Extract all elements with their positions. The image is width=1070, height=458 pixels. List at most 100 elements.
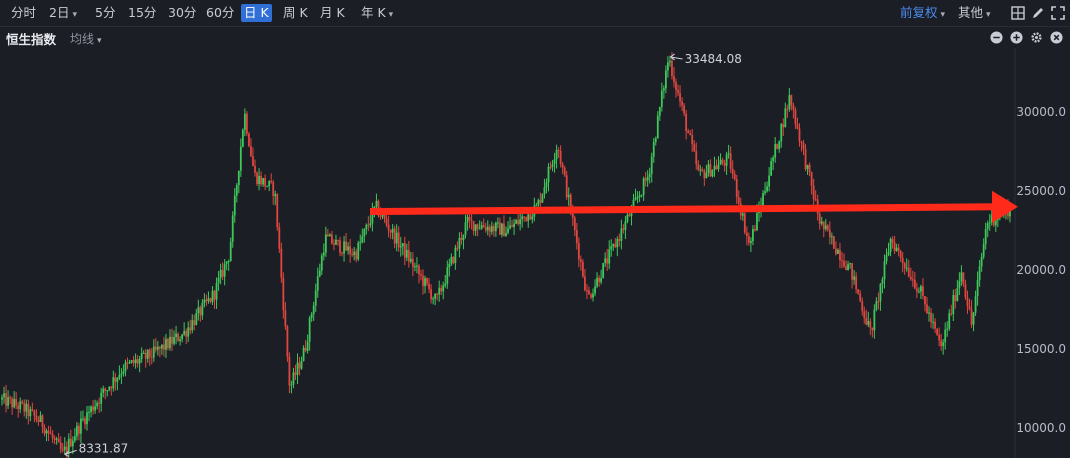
candle-body	[828, 229, 831, 238]
candle-body	[869, 321, 872, 328]
candle-body	[899, 250, 902, 258]
candle-body	[859, 293, 862, 302]
candle-body	[638, 195, 641, 198]
candle-body	[709, 164, 712, 177]
price-tick-label: 10000.0	[1016, 421, 1066, 435]
candle-body	[616, 238, 619, 248]
candle-body	[308, 317, 311, 342]
candle-body	[930, 312, 932, 323]
candle-body	[438, 287, 441, 295]
candle-body	[140, 353, 143, 359]
candle-body	[772, 157, 775, 161]
candle-body	[571, 213, 574, 218]
candle-body	[988, 222, 991, 224]
settings-icon[interactable]	[1030, 31, 1043, 44]
candle-body	[798, 128, 801, 142]
candles-layer	[1, 52, 1013, 458]
close-icon[interactable]	[1050, 31, 1063, 44]
tab-4[interactable]: 30分	[165, 4, 199, 22]
candle-body	[142, 352, 145, 354]
tab-8[interactable]: 月 K	[317, 4, 348, 22]
candle-body	[586, 290, 588, 292]
tab-1[interactable]: 2日 ▾	[46, 4, 80, 22]
candle-body	[43, 426, 46, 434]
candle-body	[243, 113, 246, 130]
candle-body	[928, 312, 930, 314]
candle-body	[9, 397, 11, 399]
candle-body	[579, 259, 582, 262]
candle-body	[640, 194, 643, 196]
candle-body	[664, 70, 667, 89]
candle-body	[729, 153, 732, 169]
candle-body	[966, 297, 969, 307]
candle-body	[181, 334, 184, 340]
candle-body	[681, 101, 683, 106]
candle-body	[790, 95, 793, 106]
candle-body	[363, 229, 366, 237]
candle-body	[239, 146, 242, 171]
tab-3[interactable]: 15分	[125, 4, 159, 22]
tab-0[interactable]: 分时	[8, 4, 39, 22]
tab-2[interactable]: 5分	[92, 4, 118, 22]
tab-label: 周 K	[283, 5, 308, 20]
candle-body	[118, 374, 121, 378]
candle-body	[458, 237, 461, 249]
tab-5[interactable]: 60分	[203, 4, 237, 22]
candle-body	[286, 326, 289, 357]
candle-body	[539, 200, 542, 203]
zoom-in-icon[interactable]	[1010, 31, 1023, 44]
zoom-out-icon[interactable]	[990, 31, 1003, 44]
candle-body	[936, 328, 939, 335]
candle-body	[731, 168, 734, 174]
fullscreen-icon[interactable]	[1050, 5, 1066, 21]
candle-body	[17, 405, 20, 410]
candle-body	[126, 362, 129, 364]
candle-body	[100, 392, 103, 404]
candle-body	[71, 440, 74, 447]
grid-icon[interactable]	[1010, 5, 1026, 21]
candle-body	[482, 225, 485, 228]
candle-body	[219, 269, 222, 278]
candle-body	[405, 250, 408, 258]
candle-body	[907, 267, 910, 277]
candlestick-chart[interactable]: 10000.0 15000.0 20000.0 25000.0 30000.0 3348…	[0, 48, 1070, 458]
candle-body	[1, 397, 3, 400]
candle-body	[980, 256, 983, 267]
candle-body	[233, 195, 236, 216]
draw-pen-icon[interactable]	[1030, 5, 1046, 21]
candle-body	[468, 216, 471, 220]
candle-body	[913, 279, 916, 289]
candle-body	[946, 328, 949, 330]
candle-body	[893, 242, 896, 251]
candle-body	[19, 401, 22, 410]
candle-body	[134, 359, 137, 364]
adjust-dropdown[interactable]: 前复权 ▾	[900, 4, 945, 22]
tab-7[interactable]: 周 K	[280, 4, 311, 22]
candle-body	[768, 175, 771, 187]
candle-body	[331, 234, 333, 244]
candle-body	[454, 247, 457, 264]
index-name: 恒生指数	[6, 32, 57, 47]
candle-body	[339, 240, 341, 253]
other-dropdown[interactable]: 其他 ▾	[958, 4, 991, 22]
candle-body	[545, 182, 548, 188]
candle-body	[274, 194, 277, 197]
tab-6[interactable]: 日 K	[241, 4, 272, 22]
candle-body	[584, 276, 586, 291]
candle-body	[754, 229, 756, 231]
candle-body	[252, 156, 254, 166]
candle-body	[361, 236, 364, 243]
candle-body	[434, 293, 437, 299]
candle-body	[351, 254, 354, 256]
candle-body	[598, 277, 600, 283]
ma-dropdown[interactable]: 均线 ▾	[70, 30, 102, 47]
candle-body	[116, 377, 119, 382]
candle-body	[924, 296, 926, 305]
candle-body	[144, 352, 147, 359]
candle-body	[711, 169, 714, 177]
tab-9[interactable]: 年 K ▾	[358, 4, 396, 22]
candle-body	[972, 312, 975, 325]
candle-body	[764, 191, 766, 194]
tab-label: 30分	[168, 5, 197, 20]
candle-body	[59, 442, 62, 450]
